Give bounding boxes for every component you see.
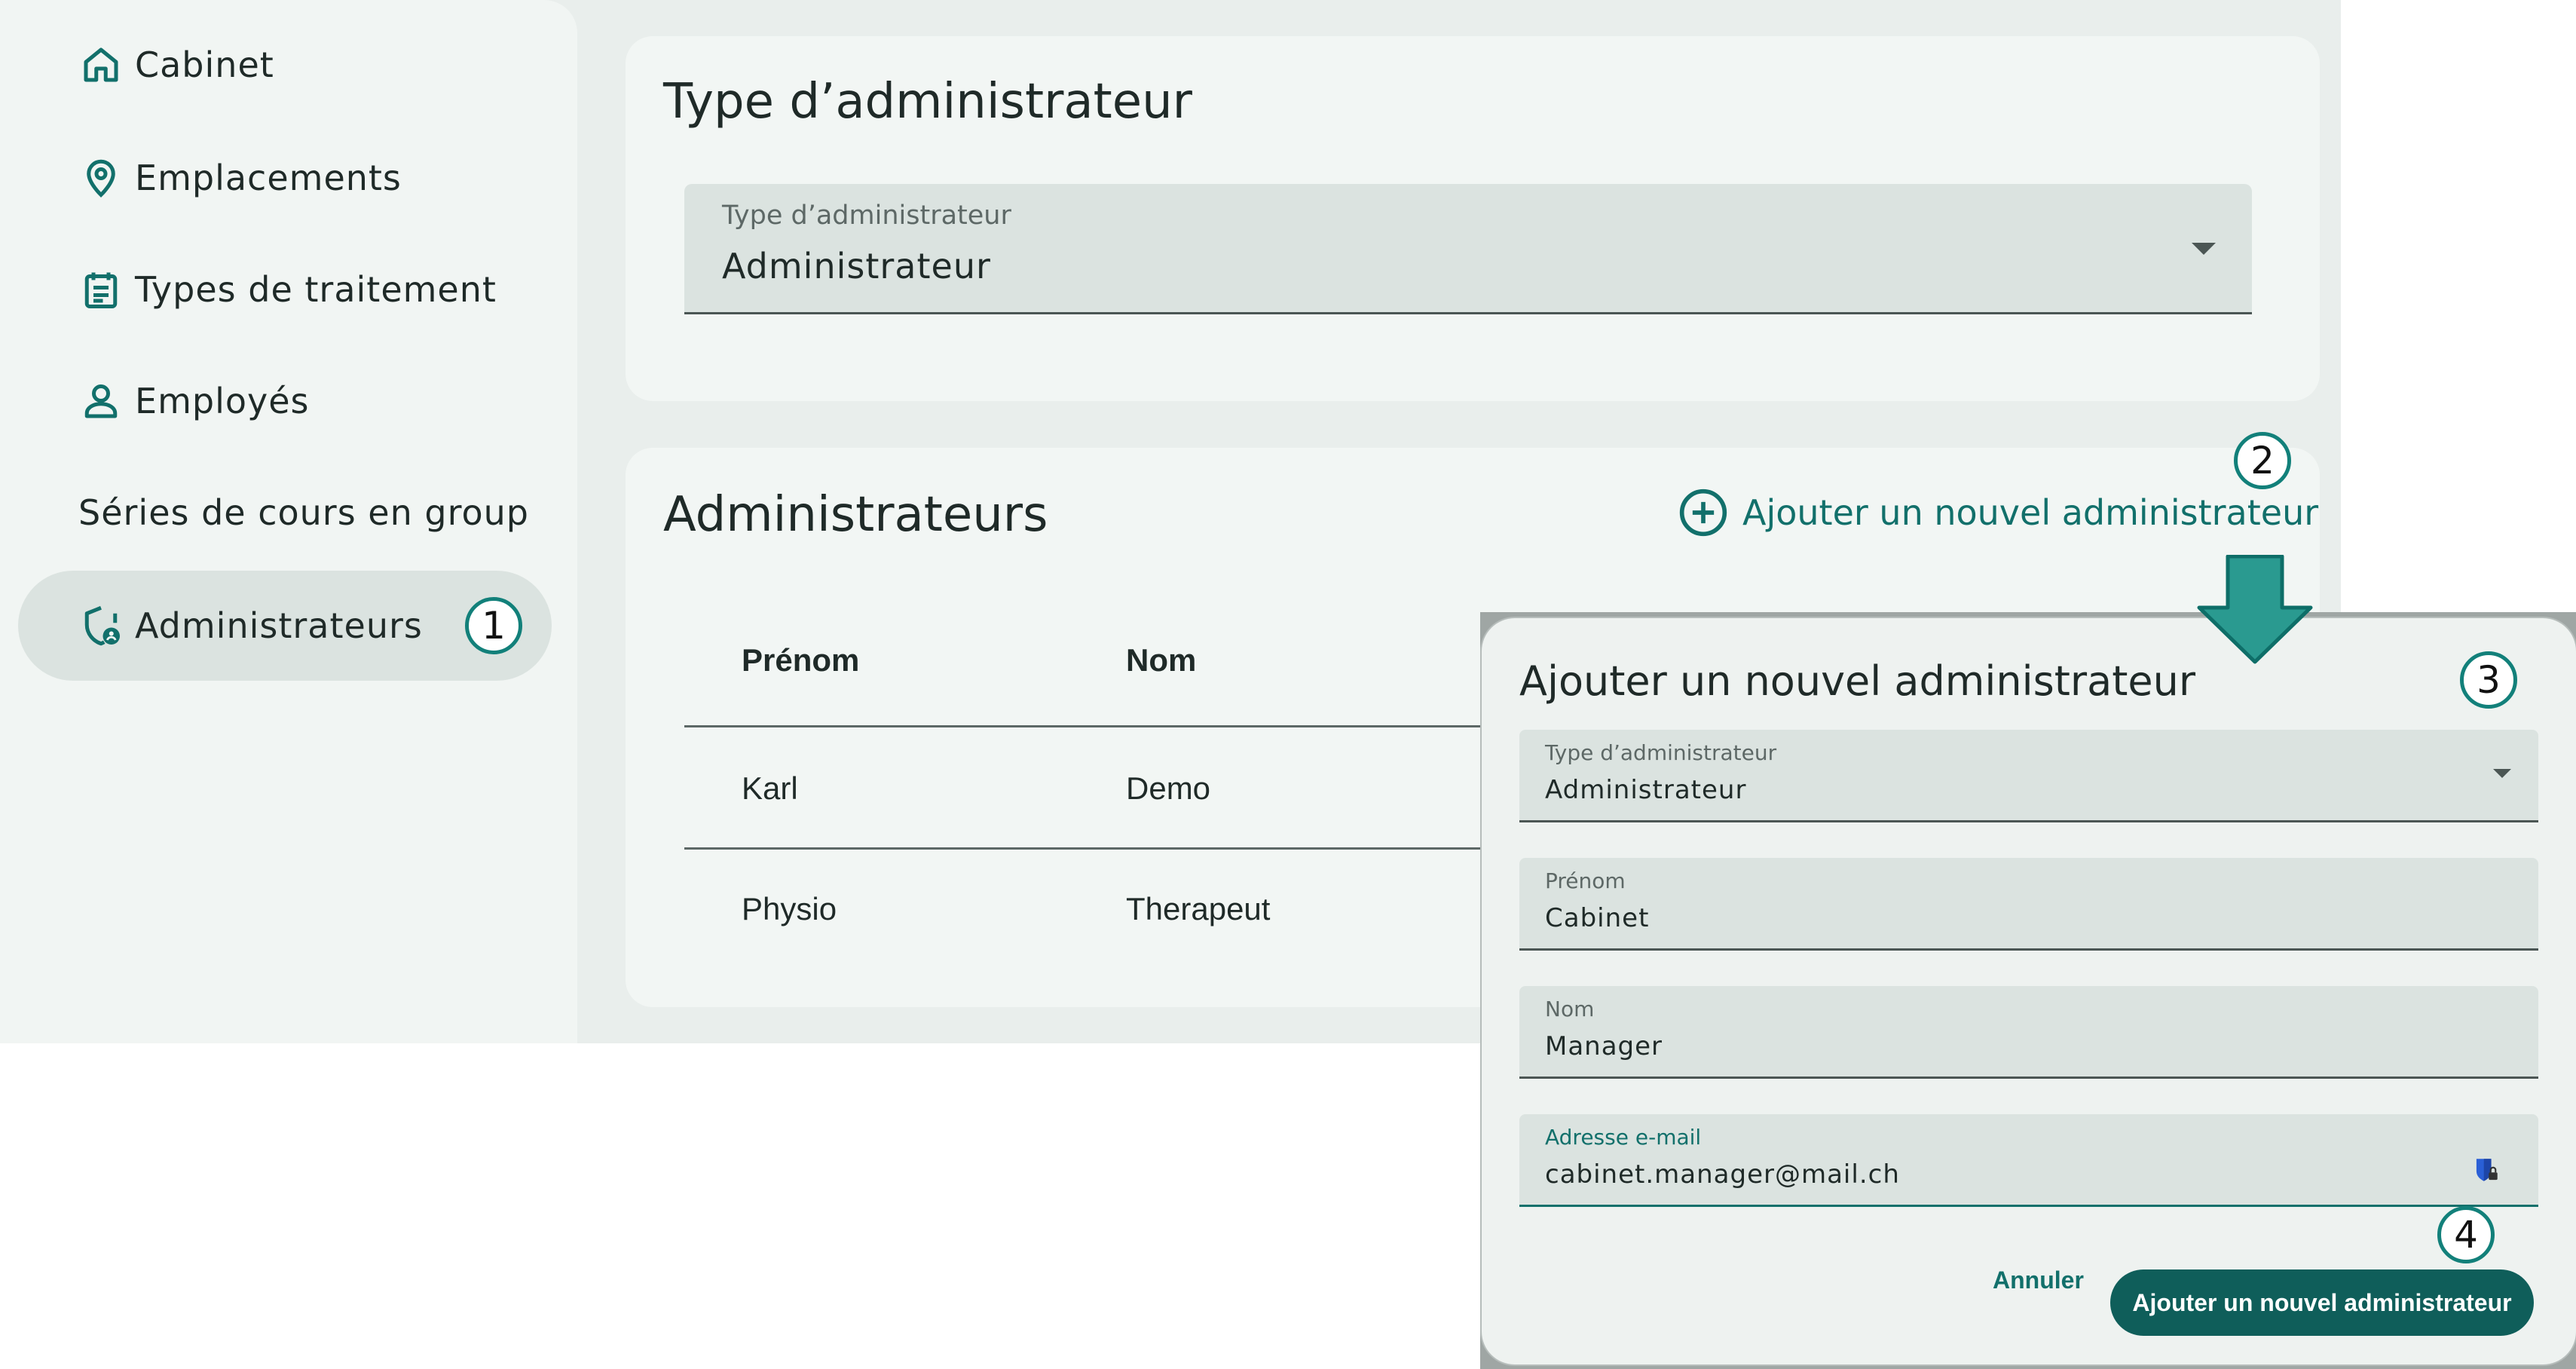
dialog-title: Ajouter un nouvel administrateur [1519, 657, 2196, 705]
chevron-down-icon[interactable] [2493, 769, 2511, 778]
field-label: Adresse e-mail [1545, 1125, 1702, 1150]
last-name-field[interactable]: Nom Manager [1519, 986, 2538, 1079]
field-label: Nom [1545, 997, 1595, 1021]
shield-person-icon [84, 605, 120, 646]
sidebar-item-employes[interactable]: Employés [18, 346, 552, 456]
step-marker-4: 4 [2437, 1206, 2495, 1263]
sidebar-item-label: Séries de cours en group [78, 492, 529, 533]
field-value: Manager [1545, 1031, 1663, 1061]
person-icon [84, 384, 118, 418]
card-title: Administrateurs [663, 487, 1048, 543]
step-marker-3: 3 [2460, 651, 2517, 709]
card-title: Type d’administrateur [663, 74, 1192, 130]
admin-type-card: Type d’administrateur Type d’administrat… [626, 36, 2320, 401]
add-administrator-dialog: Ajouter un nouvel administrateur 3 Type … [1482, 618, 2576, 1364]
sidebar-item-label: Cabinet [135, 44, 274, 85]
sidebar-item-label: Administrateurs [135, 605, 423, 646]
chevron-down-icon[interactable] [2192, 243, 2216, 255]
sidebar-item-emplacements[interactable]: Emplacements [18, 123, 552, 233]
first-name-field[interactable]: Prénom Cabinet [1519, 858, 2538, 951]
email-field[interactable]: Adresse e-mail cabinet.manager@mail.ch [1519, 1114, 2538, 1207]
column-header-nom[interactable]: Nom [1126, 642, 1196, 678]
table-divider [684, 725, 1485, 727]
dialog-admin-type-select[interactable]: Type d’administrateur Administrateur [1519, 730, 2538, 822]
table-cell-last-name[interactable]: Demo [1126, 770, 1210, 807]
field-label: Type d’administrateur [1545, 740, 1777, 765]
field-value: Administrateur [1545, 775, 1747, 805]
table-cell-first-name[interactable]: Karl [742, 770, 798, 807]
column-header-prenom[interactable]: Prénom [742, 642, 859, 678]
field-value: cabinet.manager@mail.ch [1545, 1159, 1900, 1190]
add-circle-icon [1679, 488, 1727, 537]
password-manager-icon[interactable] [2474, 1156, 2499, 1184]
add-administrator-link[interactable]: Ajouter un nouvel administrateur [1678, 487, 2318, 538]
admin-type-select[interactable]: Type d’administrateur Administrateur [684, 184, 2252, 314]
field-label: Type d’administrateur [722, 201, 1011, 231]
step-marker-1: 1 [465, 597, 522, 654]
table-cell-last-name[interactable]: Therapeut [1126, 891, 1270, 927]
field-label: Prénom [1545, 868, 1626, 893]
sidebar: Cabinet Emplacements Types de traitement… [0, 0, 577, 1043]
clipboard-list-icon [84, 272, 118, 308]
field-value: Cabinet [1545, 903, 1650, 933]
arrow-down-icon [2197, 555, 2313, 664]
add-administrator-label: Ajouter un nouvel administrateur [1742, 492, 2319, 533]
sidebar-item-label: Employés [135, 381, 310, 421]
cancel-button[interactable]: Annuler [1993, 1266, 2084, 1294]
field-value: Administrateur [722, 246, 991, 286]
table-cell-first-name[interactable]: Physio [742, 891, 837, 927]
sidebar-item-series-de-cours[interactable]: Séries de cours en group [18, 458, 552, 568]
location-pin-icon [87, 159, 115, 198]
home-icon [84, 47, 118, 82]
sidebar-item-cabinet[interactable]: Cabinet [18, 10, 552, 120]
sidebar-item-label: Types de traitement [135, 269, 497, 310]
sidebar-item-types-de-traitement[interactable]: Types de traitement [18, 234, 552, 345]
step-marker-2: 2 [2234, 432, 2291, 489]
add-administrator-button[interactable]: Ajouter un nouvel administrateur [2110, 1269, 2534, 1336]
sidebar-item-label: Emplacements [135, 158, 402, 198]
table-divider [684, 847, 1485, 850]
